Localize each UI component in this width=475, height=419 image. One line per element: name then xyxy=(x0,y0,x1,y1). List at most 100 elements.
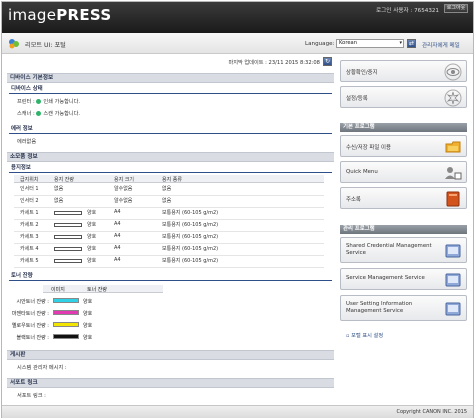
toner-swatch xyxy=(53,310,79,315)
copyright: Copyright CANON INC. 2015 xyxy=(396,409,467,415)
error-text: 에러없음 xyxy=(17,139,37,145)
board-message: 시스템 관리자 메시지 : xyxy=(17,365,67,371)
status-ok-icon xyxy=(36,111,42,116)
eye-icon xyxy=(444,63,462,81)
language-apply-button[interactable]: ⇄ xyxy=(407,39,416,48)
paper-table-row: 카세트 2 양호 A4 보통용지 (60-105 g/m2) xyxy=(14,220,324,232)
paper-size: A4 xyxy=(114,221,121,227)
paper-type: 보통용지 (60-105 g/m2) xyxy=(162,222,219,228)
toner-swatch xyxy=(53,298,79,303)
col-image: 이미지 xyxy=(51,287,65,293)
scanner-status: 스캔 가능합니다. xyxy=(43,111,81,117)
paper-source: 카세트 5 xyxy=(20,258,39,264)
service-management-label: Service Management Service xyxy=(346,275,425,281)
basic-programs-header: 기본 프로그램 xyxy=(340,123,467,132)
col-size: 용지 크기 xyxy=(114,177,134,183)
scanner-label: 스캐너 : xyxy=(17,111,35,117)
printer-status: 인쇄 가능합니다. xyxy=(43,99,81,105)
scanner-status-row: 스캐너 : 스캔 가능합니다. xyxy=(17,110,80,117)
paper-source: 카세트 2 xyxy=(20,222,39,228)
paper-level: 양호 xyxy=(87,246,97,252)
paper-size: 알수없음 xyxy=(114,198,133,204)
logo-text-image: image xyxy=(8,6,57,24)
toner-label: 마젠타토너 잔량 : xyxy=(11,311,49,317)
paper-type: 보통용지 (60-105 g/m2) xyxy=(162,210,219,216)
printer-status-row: 프린터 : 인쇄 가능합니다. xyxy=(17,98,80,105)
logo-text-press: PRESS xyxy=(56,6,112,24)
device-status-header: 디바이스 상태 xyxy=(9,85,332,94)
user-setting-button[interactable]: User Setting Information Management Serv… xyxy=(340,295,467,321)
admin-mail-link[interactable]: 관리자에게 메일 xyxy=(422,41,460,49)
col-type: 용지 종류 xyxy=(162,177,182,183)
paper-level: 없음 xyxy=(54,186,64,192)
toner-status: 양호 xyxy=(83,299,93,305)
sub-header: 리모트 UI: 포털 Language: Korean ▾ ⇄ 관리자에게 메일 xyxy=(2,33,473,54)
paper-table-row: 카세트 5 양호 A4 보통용지 (60-105 g/m2) xyxy=(14,256,324,268)
paper-table-row: 카세트 3 양호 A4 보통용지 (60-105 g/m2) xyxy=(14,232,324,244)
address-book-button[interactable]: 주소록 xyxy=(340,187,467,209)
paper-type: 없음 xyxy=(162,198,172,204)
paper-level: 양호 xyxy=(87,234,97,240)
paper-level-bar xyxy=(54,223,82,227)
quick-menu-button[interactable]: Quick Menu xyxy=(340,161,467,183)
service-icon xyxy=(445,273,461,287)
user-setting-label: User Setting Information Management Serv… xyxy=(346,301,413,314)
paper-table-row: 카세트 4 양호 A4 보통용지 (60-105 g/m2) xyxy=(14,244,324,256)
logo: imagePRESS xyxy=(8,6,111,24)
paper-level: 양호 xyxy=(87,210,97,216)
settings-button[interactable]: 설정/등록 xyxy=(340,86,467,108)
paper-table-header: 급지위치 용지 잔량 용지 크기 용지 종류 xyxy=(14,175,324,183)
toner-swatch xyxy=(53,334,79,339)
paper-table-row: 인서터 1 없음 알수없음 없음 xyxy=(14,184,324,196)
paper-level: 양호 xyxy=(87,258,97,264)
paper-size: A4 xyxy=(114,245,121,251)
device-basic-header: 디바이스 기본정보 xyxy=(7,73,334,83)
paper-source: 카세트 4 xyxy=(20,246,39,252)
paper-source: 인서터 2 xyxy=(20,198,39,204)
paper-type: 보통용지 (60-105 g/m2) xyxy=(162,258,219,264)
paper-type: 보통용지 (60-105 g/m2) xyxy=(162,234,219,240)
paper-type: 보통용지 (60-105 g/m2) xyxy=(162,246,219,252)
mgmt-programs-header: 관리 프로그램 xyxy=(340,225,467,234)
toner-row: 마젠타토너 잔량 : 양호 xyxy=(12,308,167,318)
language-label: Language: xyxy=(305,41,335,47)
paper-level-bar xyxy=(54,235,82,239)
folder-icon xyxy=(445,141,461,153)
footer: Copyright CANON INC. 2015 xyxy=(2,405,473,418)
access-files-label: 수신/저장 파일 이용 xyxy=(346,145,391,151)
toner-row: 시안토너 잔량 : 양호 xyxy=(17,296,167,306)
paper-source: 카세트 1 xyxy=(20,210,39,216)
user-menu-icon xyxy=(445,167,462,180)
status-monitor-button[interactable]: 상황확인/중지 xyxy=(340,60,467,82)
language-select[interactable]: Korean ▾ xyxy=(336,39,404,48)
service-icon xyxy=(445,244,461,258)
quick-menu-label: Quick Menu xyxy=(346,169,378,175)
toner-row: 블랙토너 잔량 : 양호 xyxy=(17,332,167,342)
shared-credential-button[interactable]: Shared Credential Management Service xyxy=(340,237,467,263)
paper-table-row: 인서터 2 없음 알수없음 없음 xyxy=(14,196,324,208)
error-info-header: 에러 정보 xyxy=(9,125,332,134)
service-management-button[interactable]: Service Management Service xyxy=(340,268,467,290)
paper-level: 양호 xyxy=(87,222,97,228)
toner-status: 양호 xyxy=(83,311,93,317)
paper-table-row: 카세트 1 양호 A4 보통용지 (60-105 g/m2) xyxy=(14,208,324,220)
logout-button[interactable]: 로그아웃 xyxy=(444,4,468,13)
refresh-button[interactable]: ↻ xyxy=(323,57,332,66)
paper-source: 카세트 3 xyxy=(20,234,39,240)
paper-type: 없음 xyxy=(162,186,172,192)
support-header: 서포트 링크 xyxy=(7,378,334,388)
access-files-button[interactable]: 수신/저장 파일 이용 xyxy=(340,135,467,157)
portal-icon xyxy=(9,39,19,49)
page-title: 리모트 UI: 포털 xyxy=(25,42,66,49)
paper-level-bar xyxy=(54,247,82,251)
portal-display-settings-link[interactable]: ▫ 포털 표시 설정 xyxy=(346,332,383,339)
chevron-down-icon: ▾ xyxy=(399,40,402,46)
toner-row: 옐로우토너 잔량 : 양호 xyxy=(12,320,167,330)
settings-label: 설정/등록 xyxy=(346,96,368,102)
top-header: imagePRESS 로그인 사용자 : 7654321 로그아웃 xyxy=(2,2,473,33)
service-icon xyxy=(445,302,461,316)
portal-display-settings-label: 포털 표시 설정 xyxy=(351,333,384,339)
paper-level-bar xyxy=(54,211,82,215)
browser-frame: imagePRESS 로그인 사용자 : 7654321 로그아웃 리모트 UI… xyxy=(1,1,474,418)
paper-size: A4 xyxy=(114,233,121,239)
